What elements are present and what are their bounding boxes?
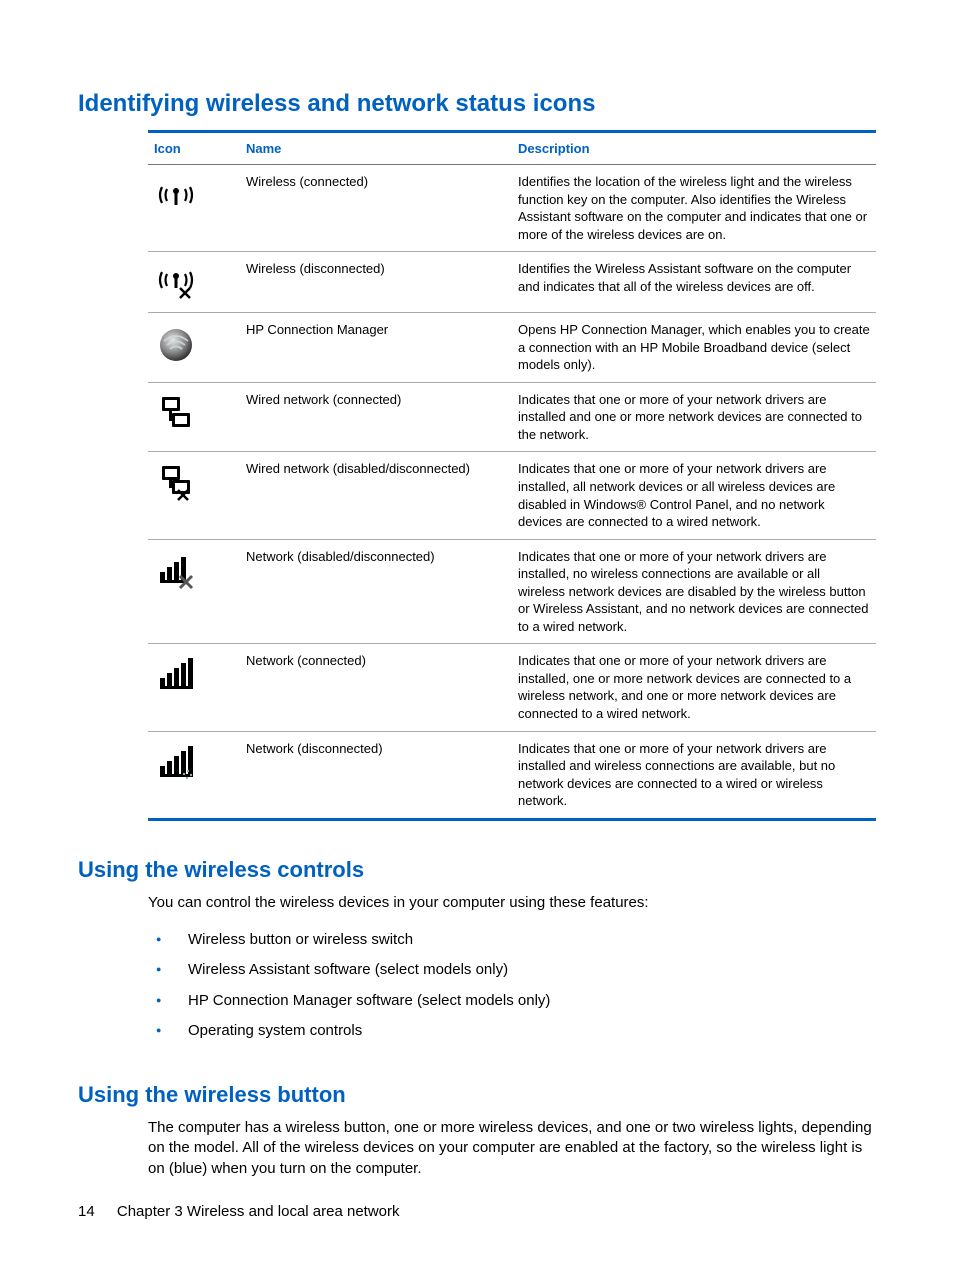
icon-cell (148, 644, 240, 731)
table-row: Network (disconnected) Indicates that on… (148, 731, 876, 819)
desc-cell: Indicates that one or more of your netwo… (512, 382, 876, 452)
heading-identifying: Identifying wireless and network status … (78, 90, 876, 118)
table-row: Wired network (connected) Indicates that… (148, 382, 876, 452)
icon-cell (148, 539, 240, 644)
name-cell: Network (connected) (240, 644, 512, 731)
icon-cell (148, 382, 240, 452)
th-icon: Icon (148, 132, 240, 165)
icon-status-table: Icon Name Description (148, 130, 876, 821)
chapter-label: Chapter 3 Wireless and local area networ… (117, 1203, 400, 1220)
name-cell: HP Connection Manager (240, 313, 512, 383)
network-disconnected-icon (154, 740, 198, 784)
th-name: Name (240, 132, 512, 165)
icon-cell (148, 452, 240, 539)
wireless-connected-icon (154, 173, 198, 217)
icon-cell (148, 252, 240, 313)
table-row: Network (disabled/disconnected) Indicate… (148, 539, 876, 644)
controls-intro-text: You can control the wireless devices in … (148, 893, 876, 913)
document-page: Identifying wireless and network status … (0, 0, 954, 1270)
table-row: Wireless (disconnected) Identifies the W… (148, 252, 876, 313)
wireless-disconnected-icon (154, 260, 198, 304)
table-row: Wired network (disabled/disconnected) In… (148, 452, 876, 539)
wired-network-connected-icon (154, 391, 198, 435)
desc-cell: Indicates that one or more of your netwo… (512, 452, 876, 539)
desc-cell: Identifies the Wireless Assistant softwa… (512, 252, 876, 313)
table-row: Wireless (connected) Identifies the loca… (148, 165, 876, 252)
icon-cell (148, 165, 240, 252)
th-desc: Description (512, 132, 876, 165)
desc-cell: Opens HP Connection Manager, which enabl… (512, 313, 876, 383)
name-cell: Wireless (disconnected) (240, 252, 512, 313)
name-cell: Wireless (connected) (240, 165, 512, 252)
heading-using-controls: Using the wireless controls (78, 857, 876, 883)
table-row: Network (connected) Indicates that one o… (148, 644, 876, 731)
name-cell: Network (disabled/disconnected) (240, 539, 512, 644)
desc-cell: Indicates that one or more of your netwo… (512, 731, 876, 819)
hp-connection-manager-icon (154, 321, 198, 365)
desc-cell: Identifies the location of the wireless … (512, 165, 876, 252)
wired-network-disabled-icon (154, 460, 198, 504)
desc-cell: Indicates that one or more of your netwo… (512, 539, 876, 644)
heading-using-button: Using the wireless button (78, 1082, 876, 1108)
icon-cell (148, 313, 240, 383)
controls-list: Wireless button or wireless switch Wirel… (148, 925, 876, 1046)
name-cell: Wired network (disabled/disconnected) (240, 452, 512, 539)
list-item: Wireless Assistant software (select mode… (148, 955, 876, 985)
desc-cell: Indicates that one or more of your netwo… (512, 644, 876, 731)
network-disabled-icon (154, 548, 198, 592)
name-cell: Wired network (connected) (240, 382, 512, 452)
network-connected-icon (154, 652, 198, 696)
name-cell: Network (disconnected) (240, 731, 512, 819)
table-row: HP Connection Manager Opens HP Connectio… (148, 313, 876, 383)
icon-cell (148, 731, 240, 819)
list-item: HP Connection Manager software (select m… (148, 986, 876, 1016)
list-item: Operating system controls (148, 1016, 876, 1046)
page-footer: 14 Chapter 3 Wireless and local area net… (78, 1203, 400, 1220)
list-item: Wireless button or wireless switch (148, 925, 876, 955)
page-number: 14 (78, 1203, 95, 1220)
button-paragraph: The computer has a wireless button, one … (148, 1118, 876, 1179)
